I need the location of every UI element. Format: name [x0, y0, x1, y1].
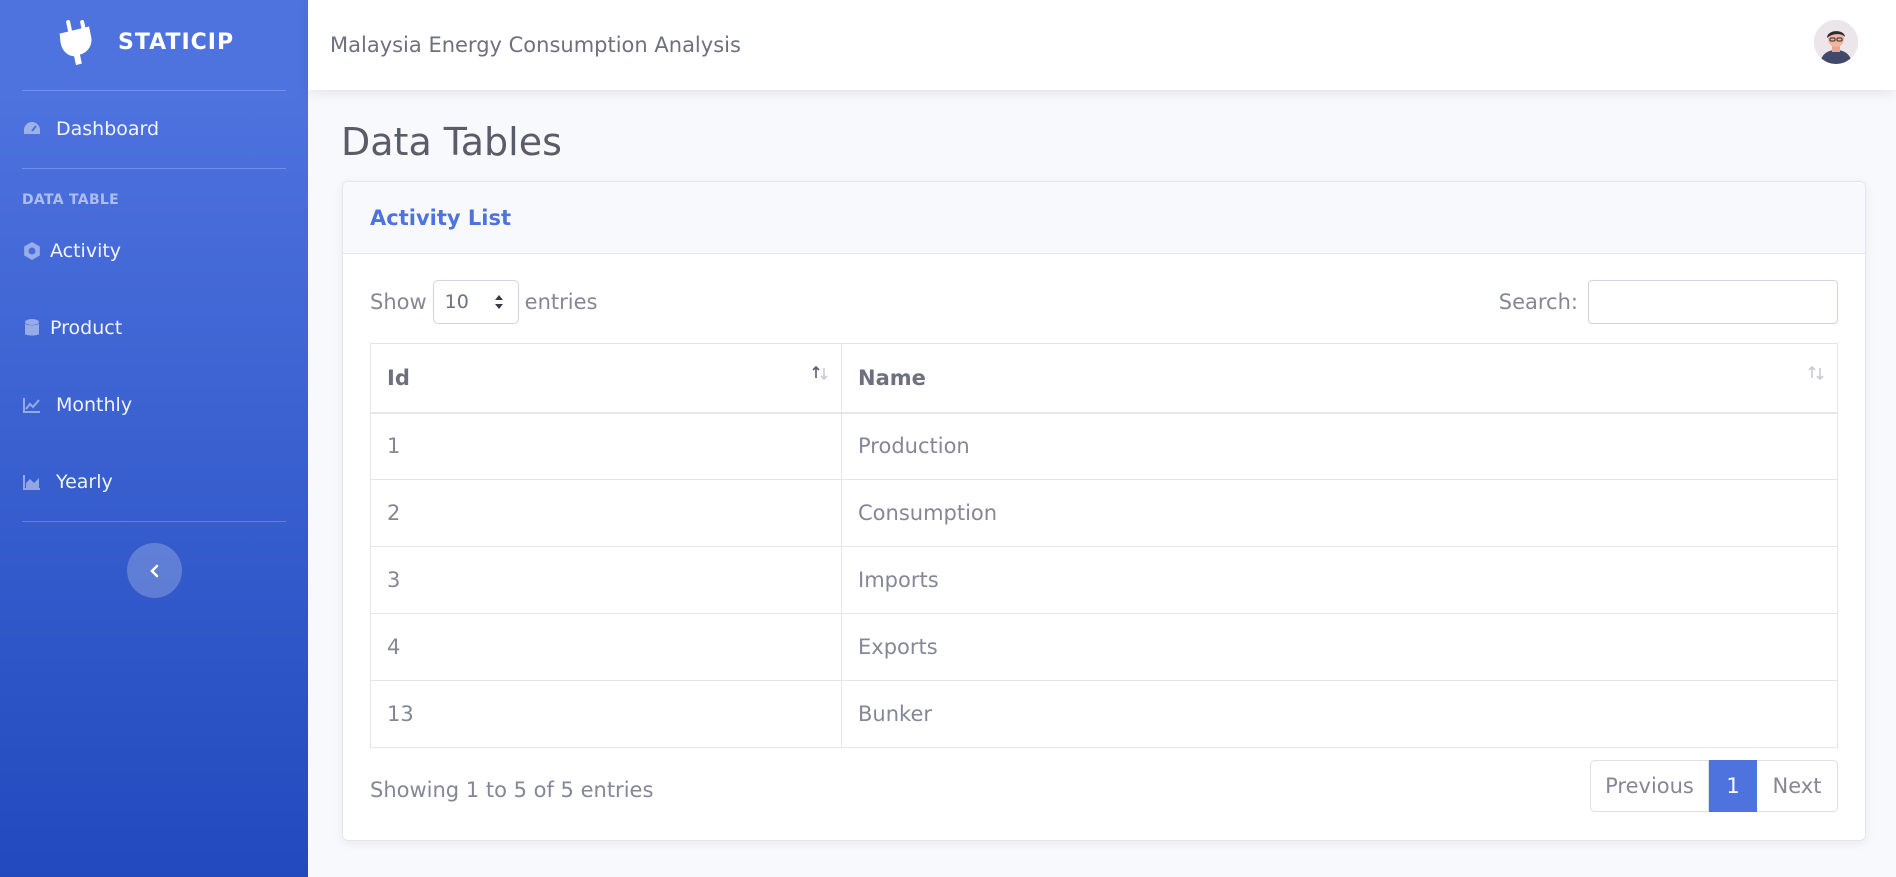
- table-row: 3 Imports: [370, 546, 1838, 614]
- sidebar-divider: [22, 90, 286, 91]
- avatar-icon: [1814, 20, 1858, 64]
- entries-length-control: Show 10 entries: [370, 280, 597, 324]
- line-chart-icon: [23, 398, 40, 413]
- activity-list-card: Activity List Show 10 entries Search: Id: [342, 181, 1866, 841]
- pagination-page-button[interactable]: 1: [1709, 760, 1757, 812]
- sidebar-item-monthly[interactable]: Monthly: [22, 385, 132, 425]
- column-header-name[interactable]: Name: [841, 343, 1838, 414]
- cell-name: Imports: [841, 546, 1838, 614]
- length-suffix: entries: [524, 290, 598, 314]
- table-row: 1 Production: [370, 412, 1838, 480]
- page-title: Data Tables: [341, 120, 562, 164]
- area-chart-icon: [23, 475, 40, 490]
- tachometer-icon: [24, 122, 40, 134]
- sidebar: STATICIP Dashboard DATA TABLE Activity P…: [0, 0, 308, 877]
- cell-name: Bunker: [841, 680, 1838, 748]
- database-icon: [25, 319, 39, 336]
- chevron-left-icon: [149, 564, 158, 577]
- entries-select-value: 10: [444, 291, 469, 313]
- sidebar-item-activity[interactable]: Activity: [22, 231, 121, 271]
- sidebar-brand[interactable]: STATICIP: [0, 0, 308, 84]
- select-arrows-icon: [494, 295, 503, 309]
- sort-asc-icon: [812, 365, 828, 381]
- search-input[interactable]: [1588, 280, 1838, 324]
- cell-id: 4: [370, 613, 842, 681]
- column-header-label: Id: [387, 365, 410, 390]
- sidebar-item-label: Monthly: [56, 394, 133, 416]
- cell-name: Production: [841, 412, 1838, 480]
- length-prefix: Show: [370, 290, 427, 314]
- sidebar-divider: [22, 168, 286, 169]
- sort-both-icon: [1808, 365, 1824, 381]
- cell-name: Consumption: [841, 479, 1838, 547]
- table-search-control: Search:: [1499, 280, 1838, 324]
- brand-name: STATICIP: [118, 29, 235, 55]
- activity-table: Id Name 1 Production 2 Consumption 3 Imp…: [370, 343, 1838, 748]
- pagination: Previous 1 Next: [1590, 760, 1838, 812]
- app-title: Malaysia Energy Consumption Analysis: [330, 33, 741, 57]
- entries-select[interactable]: 10: [432, 280, 519, 324]
- sidebar-item-yearly[interactable]: Yearly: [22, 462, 113, 502]
- cell-id: 13: [370, 680, 842, 748]
- card-header: Activity List: [343, 182, 1865, 254]
- column-header-label: Name: [858, 365, 926, 390]
- pagination-next-button[interactable]: Next: [1757, 760, 1838, 812]
- table-header-row: Id Name: [370, 343, 1838, 414]
- sidebar-divider: [22, 521, 286, 522]
- cell-id: 1: [370, 412, 842, 480]
- cell-name: Exports: [841, 613, 1838, 681]
- search-label: Search:: [1498, 290, 1578, 314]
- plug-icon: [59, 20, 92, 66]
- sidebar-heading: DATA TABLE: [22, 192, 119, 208]
- cell-id: 3: [370, 546, 842, 614]
- user-avatar[interactable]: [1814, 20, 1858, 64]
- sidebar-item-product[interactable]: Product: [22, 308, 122, 348]
- topbar: Malaysia Energy Consumption Analysis: [308, 0, 1896, 90]
- sidebar-item-label: Activity: [50, 240, 122, 262]
- table-row: 13 Bunker: [370, 680, 1838, 748]
- cell-id: 2: [370, 479, 842, 547]
- table-row: 4 Exports: [370, 613, 1838, 681]
- cog-icon: [24, 242, 40, 260]
- sidebar-item-label: Yearly: [56, 471, 113, 493]
- sidebar-item-label: Product: [50, 317, 123, 339]
- card-title: Activity List: [370, 205, 511, 230]
- sidebar-item-dashboard[interactable]: Dashboard: [22, 109, 159, 149]
- sidebar-item-label: Dashboard: [56, 118, 160, 140]
- pagination-previous-button[interactable]: Previous: [1590, 760, 1709, 812]
- column-header-id[interactable]: Id: [370, 343, 842, 414]
- sidebar-toggle-button[interactable]: [127, 543, 182, 598]
- table-info: Showing 1 to 5 of 5 entries: [370, 778, 654, 802]
- table-row: 2 Consumption: [370, 479, 1838, 547]
